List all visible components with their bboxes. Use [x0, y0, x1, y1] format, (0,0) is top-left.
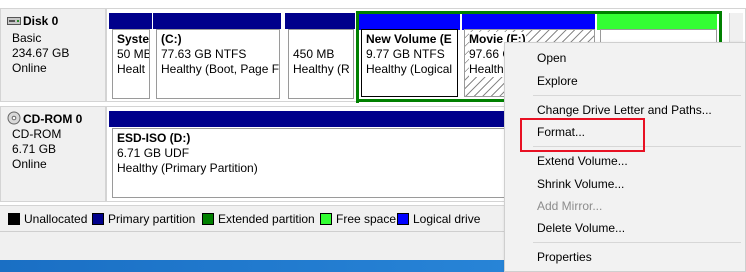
menu-separator	[533, 95, 741, 96]
menu-separator	[533, 242, 741, 243]
hard-disk-icon	[7, 15, 21, 29]
partition-status: Healt	[117, 62, 146, 76]
partition-size: 77.63 GB NTFS	[161, 47, 247, 61]
legend-logical: Logical drive	[397, 212, 480, 226]
menu-item-shrink-volume[interactable]: Shrink Volume...	[505, 173, 745, 195]
partition-recovery[interactable]: 450 MB Healthy (R	[288, 29, 354, 99]
cdrom0-size: 6.71 GB	[12, 142, 57, 156]
disk0-size: 234.67 GB	[12, 46, 70, 60]
partition-title: (C:)	[161, 32, 182, 46]
partition-c[interactable]: (C:) 77.63 GB NTFS Healthy (Boot, Page F	[156, 29, 280, 99]
partition-bar-c	[153, 13, 281, 29]
partition-status: Healthy (Boot, Page F	[161, 62, 280, 76]
legend-swatch	[92, 213, 104, 225]
menu-item-properties[interactable]: Properties	[505, 246, 745, 268]
legend-free-space: Free space	[320, 212, 396, 226]
legend-unallocated: Unallocated	[8, 212, 87, 226]
partition-bar-f	[462, 14, 595, 30]
partition-status: Health	[469, 62, 504, 77]
menu-item-delete-volume[interactable]: Delete Volume...	[505, 217, 745, 239]
partition-size: 450 MB	[293, 47, 335, 61]
cdrom0-status: Online	[12, 157, 47, 171]
partition-size: 9.77 GB NTFS	[366, 47, 445, 61]
legend-label: Primary partition	[108, 212, 196, 226]
format-highlight-box	[520, 118, 645, 152]
context-menu: Open Explore Change Drive Letter and Pat…	[504, 42, 746, 272]
partition-bar-e	[359, 14, 460, 30]
cdrom0-type: CD-ROM	[12, 127, 62, 141]
menu-item-explore[interactable]: Explore	[505, 70, 745, 92]
legend-label: Unallocated	[24, 212, 88, 226]
legend-swatch	[202, 213, 214, 225]
legend-swatch	[8, 213, 20, 225]
partition-bar-free	[597, 14, 717, 30]
menu-item-extend-volume[interactable]: Extend Volume...	[505, 150, 745, 172]
legend-label: Free space	[336, 212, 397, 226]
menu-item-add-mirror: Add Mirror...	[537, 199, 603, 213]
menu-item-open[interactable]: Open	[505, 47, 745, 69]
partition-title	[293, 32, 353, 47]
cdrom0-name: CD-ROM 0	[23, 112, 83, 126]
cdrom0-info-panel[interactable]: CD-ROM 0 CD-ROM 6.71 GB Online	[0, 106, 106, 202]
legend-primary: Primary partition	[92, 212, 195, 226]
disk0-type: Basic	[12, 31, 42, 45]
partition-bar-system	[109, 13, 152, 29]
partition-status: Healthy (Logical	[366, 62, 453, 76]
cd-drive-icon	[7, 111, 21, 128]
disk0-info-panel[interactable]: Disk 0 Basic 234.67 GB Online	[0, 8, 106, 102]
partition-title: Syste	[117, 32, 150, 46]
disk0-status: Online	[12, 61, 47, 75]
partition-title: New Volume (E	[366, 32, 452, 46]
partition-system[interactable]: Syste 50 MB Healt	[112, 29, 150, 99]
partition-e-selected[interactable]: New Volume (E 9.77 GB NTFS Healthy (Logi…	[361, 29, 458, 97]
partition-size: 50 MB	[117, 47, 150, 61]
legend-swatch	[320, 213, 332, 225]
legend-label: Extended partition	[218, 212, 315, 226]
legend-extended: Extended partition	[202, 212, 315, 226]
disk0-name: Disk 0	[23, 14, 59, 28]
legend-label: Logical drive	[413, 212, 481, 226]
partition-status: Healthy (R	[293, 62, 350, 76]
legend-swatch	[397, 213, 409, 225]
partition-bar-recovery	[285, 13, 355, 29]
